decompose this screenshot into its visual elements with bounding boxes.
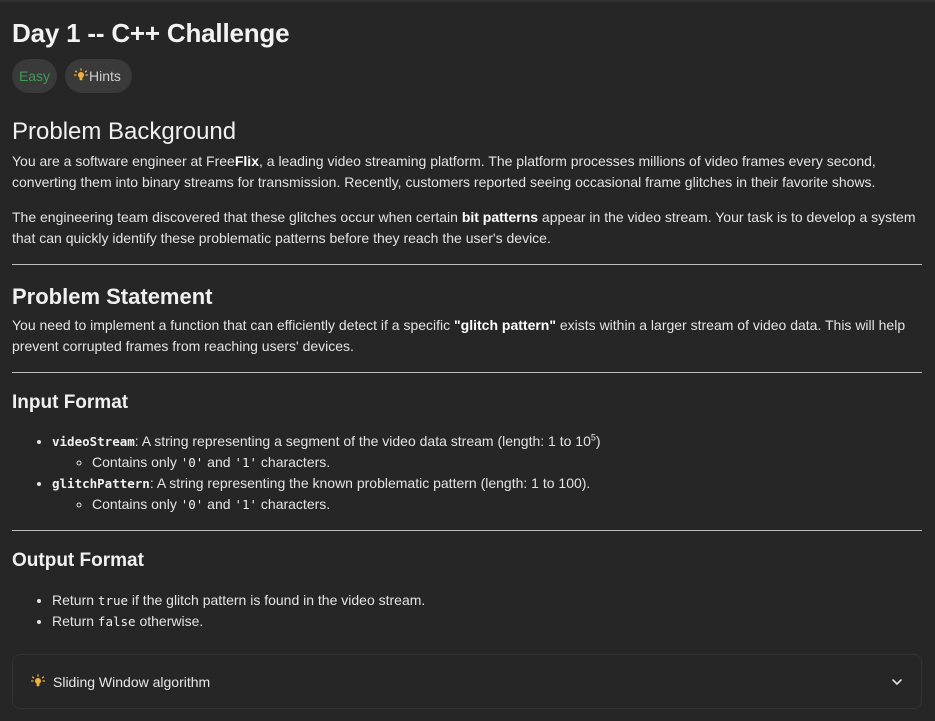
input-format-list: videoStream: A string representing a seg… [12,431,601,515]
code-literal: false [97,614,136,629]
divider [12,372,922,373]
sub-list: Contains only '0' and '1' characters. [52,452,601,473]
text-span: You are a software engineer at Free [12,153,235,169]
code-literal: '1' [234,455,258,470]
param-name: videoStream [52,434,135,449]
brand-name: Flix [234,153,259,169]
statement-paragraph: You need to implement a function that ca… [12,315,917,357]
list-item: videoStream: A string representing a seg… [52,431,601,473]
text-span: characters. [257,496,331,512]
divider [12,530,922,531]
text-span: and [203,496,235,512]
accordion-label: Sliding Window algorithm [53,673,211,690]
background-heading: Problem Background [12,118,237,145]
statement-heading: Problem Statement [12,284,213,309]
top-border [0,0,935,2]
text-span: and [203,454,235,470]
list-item: Contains only '0' and '1' characters. [92,452,601,473]
text-span: ) [595,433,601,449]
code-literal: true [97,593,129,608]
text-span: Contains only [92,496,181,512]
difficulty-badge: Easy [12,59,57,93]
hint-accordion[interactable]: Sliding Window algorithm [12,654,922,709]
lightbulb-icon [74,68,88,84]
background-paragraph-1: You are a software engineer at FreeFlix,… [12,151,917,193]
text-span: characters. [257,454,331,470]
code-literal: '1' [234,497,258,512]
text-span: You need to implement a function that ca… [12,317,455,333]
output-format-list: Return true if the glitch pattern is fou… [12,590,425,632]
page-title: Day 1 -- C++ Challenge [12,18,290,48]
badge-row: Easy Hints [12,59,132,93]
emphasis-text: bit patterns [461,209,539,225]
list-item: Return true if the glitch pattern is fou… [52,590,425,611]
hints-button[interactable]: Hints [65,59,132,93]
text-span: Return [52,613,98,629]
text-span: Contains only [92,454,181,470]
text-span: Return [52,592,98,608]
text-span: The engineering team discovered that the… [12,209,462,225]
text-span: : A string representing the known proble… [149,475,591,491]
output-format-heading: Output Format [12,550,144,571]
list-item: Return false otherwise. [52,611,425,632]
list-item: glitchPattern: A string representing the… [52,473,601,515]
param-name: glitchPattern [52,476,150,491]
text-span: otherwise. [135,613,204,629]
input-format-heading: Input Format [12,392,129,413]
sub-list: Contains only '0' and '1' characters. [52,494,601,515]
divider [12,264,922,265]
hints-label: Hints [89,68,121,84]
code-literal: '0' [180,455,204,470]
emphasis-text: "glitch pattern" [454,317,556,333]
text-span: : A string representing a segment of the… [134,433,591,449]
list-item: Contains only '0' and '1' characters. [92,494,601,515]
text-span: if the glitch pattern is found in the vi… [128,592,426,608]
code-literal: '0' [180,497,204,512]
background-paragraph-2: The engineering team discovered that the… [12,207,917,249]
chevron-down-icon[interactable] [889,674,905,690]
lightbulb-icon [31,673,45,690]
